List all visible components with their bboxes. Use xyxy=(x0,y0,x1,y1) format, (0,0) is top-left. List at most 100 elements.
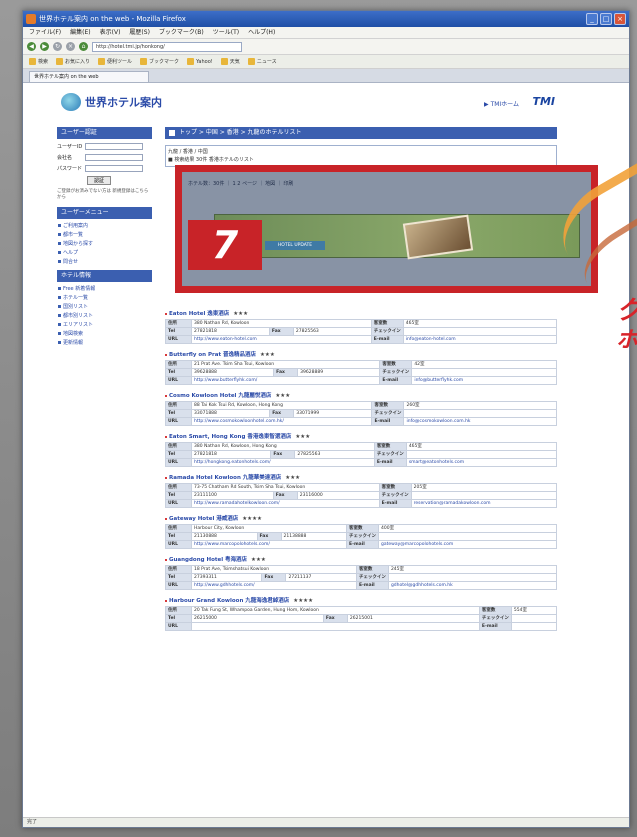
hotel-email-link[interactable]: info@butterflyhk.com xyxy=(411,376,557,385)
hotel-name[interactable]: Eaton Hotel 逸東酒店 ★★★ xyxy=(165,309,557,319)
sidebar-link[interactable]: 国別リスト xyxy=(57,303,152,310)
menu-help[interactable]: ヘルプ(H) xyxy=(248,27,275,38)
back-icon[interactable]: ◀ xyxy=(27,42,36,51)
sidebar-link[interactable]: 更新情報 xyxy=(57,339,152,346)
login-button[interactable]: 認証 xyxy=(87,176,111,185)
table-cell: Guangdong Hotel 粤海酒店 xyxy=(169,557,248,563)
table-cell: E-mail xyxy=(379,376,413,385)
hotel-info-table: 住所 380 Nathan Rd, Kowloon 客室数 465室 Tel 278218… xyxy=(165,319,558,344)
stop-icon[interactable]: × xyxy=(66,42,75,51)
sidebar-link[interactable]: ご利用案内 xyxy=(57,222,152,229)
home-icon[interactable]: ⌂ xyxy=(79,42,88,51)
bookmark-item[interactable]: ブックマーク xyxy=(140,58,179,65)
table-cell: 住所 xyxy=(165,360,192,369)
sidebar-link[interactable]: 都市一覧 xyxy=(57,231,152,238)
table-cell: 住所 xyxy=(165,565,192,574)
url-bar[interactable]: http://hotel.tmi.jp/honkong/ xyxy=(92,41,242,52)
forward-icon[interactable]: ▶ xyxy=(40,42,49,51)
table-cell: 33071888 xyxy=(190,409,271,418)
hotel-url-link[interactable] xyxy=(191,622,480,631)
hotel-email-link[interactable]: gdhotel@gdhhotels.com.hk xyxy=(387,581,558,590)
menu-edit[interactable]: 編集(E) xyxy=(70,27,90,38)
site-logo[interactable]: 世界ホテル案内 xyxy=(61,93,162,111)
hotel-email-link[interactable] xyxy=(510,622,558,631)
hotel-name[interactable]: Eaton Smart, Hong Kong 香港逸東智選酒店 ★★★ xyxy=(165,432,557,442)
login-field-row: パスワード xyxy=(57,164,152,172)
sidebar-link[interactable]: 都市別リスト xyxy=(57,312,152,319)
hotel-name[interactable]: Harbour Grand Kowloon 九龍海逸君綽酒店 ★★★★ xyxy=(165,596,557,606)
table-row: URL http://www.butterflyhk.com/E-mail info… xyxy=(165,376,557,385)
table-row: 住所 380 Nathan Rd, Kowloon, Hong Kong 客室数 46… xyxy=(165,442,558,451)
hotel-url-link[interactable]: http://www.marcopolohotels.com/ xyxy=(191,540,347,549)
menu-view[interactable]: 表示(V) xyxy=(100,27,121,38)
table-row: Tel 27821818 Fax 27825563 チェックイン xyxy=(165,327,558,336)
table-cell: Fax xyxy=(272,491,298,500)
hotel-name[interactable]: Butterfly on Prat 晋逸精品酒店 ★★★ xyxy=(165,350,557,360)
hotel-email-link[interactable]: info@eaton-hotel.com xyxy=(402,335,558,344)
menu-file[interactable]: ファイル(F) xyxy=(29,27,61,38)
hotel-email-link[interactable]: reservation@ramadakowloon.com xyxy=(410,499,558,508)
hotel-email-link[interactable]: smart@eatonhotels.com xyxy=(405,458,558,467)
hotel-url-link[interactable]: http://www.butterflyhk.com/ xyxy=(190,376,381,385)
menu-tools[interactable]: ツール(T) xyxy=(213,27,239,38)
reload-icon[interactable]: ↻ xyxy=(53,42,62,51)
bookmark-item[interactable]: Yahoo! xyxy=(187,58,213,65)
table-cell xyxy=(410,491,558,500)
table-row: 住所 21 Prat Ave. Tsim Sha Tsui, Kowloon 客室数… xyxy=(165,360,557,369)
sidebar-link[interactable]: ヘルプ xyxy=(57,249,152,256)
table-cell: 住所 xyxy=(165,606,192,615)
table-row: Tel 26215000 Fax 26215001 チェックイン xyxy=(165,614,558,623)
maximize-button[interactable]: □ xyxy=(600,13,612,25)
password-input[interactable] xyxy=(85,164,143,172)
menu-bookmarks[interactable]: ブックマーク(B) xyxy=(159,27,204,38)
table-cell: Eaton Hotel 逸東酒店 xyxy=(169,311,230,317)
table-cell: URL xyxy=(165,622,192,631)
bookmark-item[interactable]: 便利ツール xyxy=(98,58,132,65)
site-header: 世界ホテル案内 ▶ TMIホーム TMI xyxy=(43,89,563,117)
hotel-url-link[interactable]: http://www.gdhhotels.com/ xyxy=(191,581,357,590)
sidebar-link[interactable]: 地図から探す xyxy=(57,240,152,247)
table-cell: 465室 xyxy=(402,319,558,328)
bookmark-item[interactable]: 天気 xyxy=(220,58,240,65)
register-note[interactable]: ご登録がお済みでない方は 新規登録はこちらから xyxy=(57,189,152,201)
company-input[interactable] xyxy=(85,153,143,161)
bookmark-item[interactable]: ニュース xyxy=(247,58,277,65)
hotel-url-link[interactable]: http://www.ramadahotelkowloon.com/ xyxy=(191,499,380,508)
hotel-name[interactable]: Guangdong Hotel 粤海酒店 ★★★ xyxy=(165,555,557,565)
table-cell: 73-75 Chatham Rd South, Tsim Sha Tsui, K… xyxy=(191,483,380,492)
window-title: 世界ホテル案内 on the web - Mozilla Firefox xyxy=(39,15,186,23)
bookmark-item[interactable]: 検索 xyxy=(29,58,48,65)
table-cell: Tel xyxy=(165,409,192,418)
bookmark-label: ニュース xyxy=(256,59,277,65)
hotel-url-link[interactable]: http://www.cosmokowloonhotel.com.hk/ xyxy=(190,417,373,426)
hotel-email-link[interactable]: gateway@marcopolohotels.com xyxy=(378,540,557,549)
bookmark-icon xyxy=(98,58,106,65)
sidebar-link[interactable]: エリアリスト xyxy=(57,321,152,328)
table-cell: Tel xyxy=(165,532,192,541)
hotel-name[interactable]: Gateway Hotel 港威酒店 ★★★★ xyxy=(165,514,557,524)
table-cell: Fax xyxy=(256,532,282,541)
hotel-url-link[interactable]: http://www.eaton-hotel.com xyxy=(191,335,372,344)
hotel-name[interactable]: Cosmo Kowloon Hotel 九龍麗悦酒店 ★★★ xyxy=(165,391,557,401)
sidebar-link[interactable]: 地図検索 xyxy=(57,330,152,337)
hotel-url-link[interactable]: http://hongkong.eatonhotels.com/ xyxy=(191,458,375,467)
bookmark-item[interactable]: お気に入り xyxy=(56,58,90,65)
sidebar-link[interactable]: 問合せ xyxy=(57,258,152,265)
hotel-name[interactable]: Ramada Hotel Kowloon 九龍華美達酒店 ★★★ xyxy=(165,473,557,483)
tab-active[interactable]: 世界ホテル案内 on the web xyxy=(29,71,149,82)
table-cell: Fax xyxy=(261,573,287,582)
hotel-info-table: 住所 Harbour City, Kowloon 客室数 400室 Tel 2113088… xyxy=(165,524,557,549)
sidebar-link[interactable]: ホテル一覧 xyxy=(57,294,152,301)
table-cell: URL xyxy=(165,499,192,508)
hotel-email-link[interactable]: info@cosmokowloon.com.hk xyxy=(403,417,557,426)
sidebar-link[interactable]: Free 新着情報 xyxy=(57,285,152,292)
user-id-input[interactable] xyxy=(85,142,143,150)
menu-bar: ファイル(F) 編集(E) 表示(V) 履歴(S) ブックマーク(B) ツール(… xyxy=(23,27,629,39)
close-button[interactable]: × xyxy=(614,13,626,25)
home-link[interactable]: ▶ TMIホーム xyxy=(484,99,519,108)
menu-history[interactable]: 履歴(S) xyxy=(129,27,150,38)
table-row: Tel 27393311 Fax 27211137 チェックイン xyxy=(165,573,558,582)
banner-button[interactable]: HOTEL UPDATE xyxy=(265,241,325,250)
minimize-button[interactable]: _ xyxy=(586,13,598,25)
table-cell: Harbour Grand Kowloon 九龍海逸君綽酒店 xyxy=(169,598,290,604)
